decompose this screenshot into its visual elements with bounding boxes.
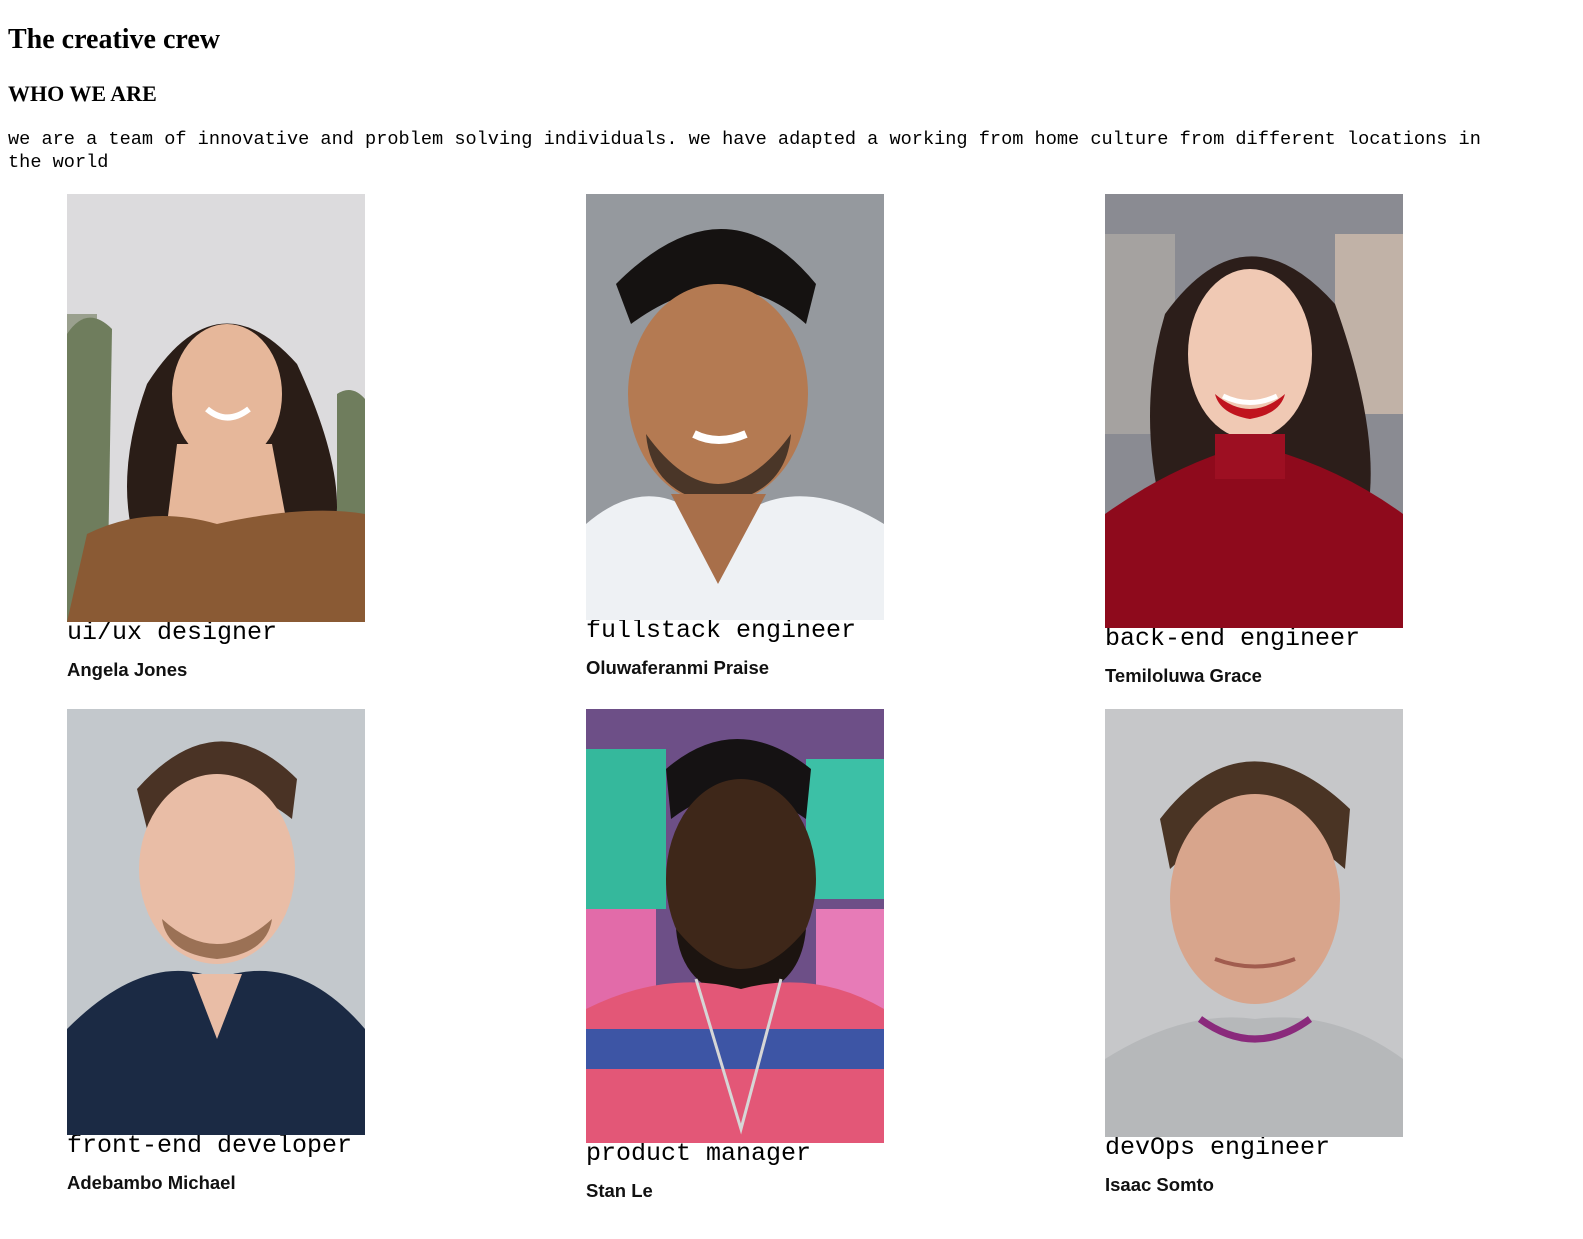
portrait-photo [586,709,884,1143]
member-name: Adebambo Michael [67,1172,236,1193]
team-member-card: product manager Stan Le [586,709,946,1202]
team-member-card: ui/ux designer Angela Jones [67,194,427,681]
member-role: fullstack engineer [586,616,857,645]
team-member-card: fullstack engineer Oluwaferanmi Praise [586,194,946,679]
section-subtitle: WHO WE ARE [8,81,157,106]
member-name: Angela Jones [67,659,188,680]
member-role: back-end engineer [1105,624,1361,653]
portrait-photo [67,709,365,1135]
portrait-photo [1105,194,1403,628]
member-name: Oluwaferanmi Praise [586,657,770,678]
member-role: ui/ux designer [67,618,278,647]
team-member-card: devOps engineer Isaac Somto [1105,709,1465,1196]
member-name: Temiloluwa Grace [1105,665,1262,686]
member-name: Isaac Somto [1105,1174,1214,1195]
team-member-card: front-end developer Adebambo Michael [67,709,427,1194]
member-name: Stan Le [586,1180,653,1201]
member-role: devOps engineer [1105,1133,1331,1162]
member-role: product manager [586,1139,812,1168]
intro-paragraph: we are a team of innovative and problem … [8,129,1481,173]
team-member-card: back-end engineer Temiloluwa Grace [1105,194,1465,687]
portrait-photo [1105,709,1403,1137]
portrait-photo [67,194,365,622]
portrait-photo [586,194,884,620]
page-title: The creative crew [8,24,220,55]
member-role: front-end developer [67,1131,353,1160]
